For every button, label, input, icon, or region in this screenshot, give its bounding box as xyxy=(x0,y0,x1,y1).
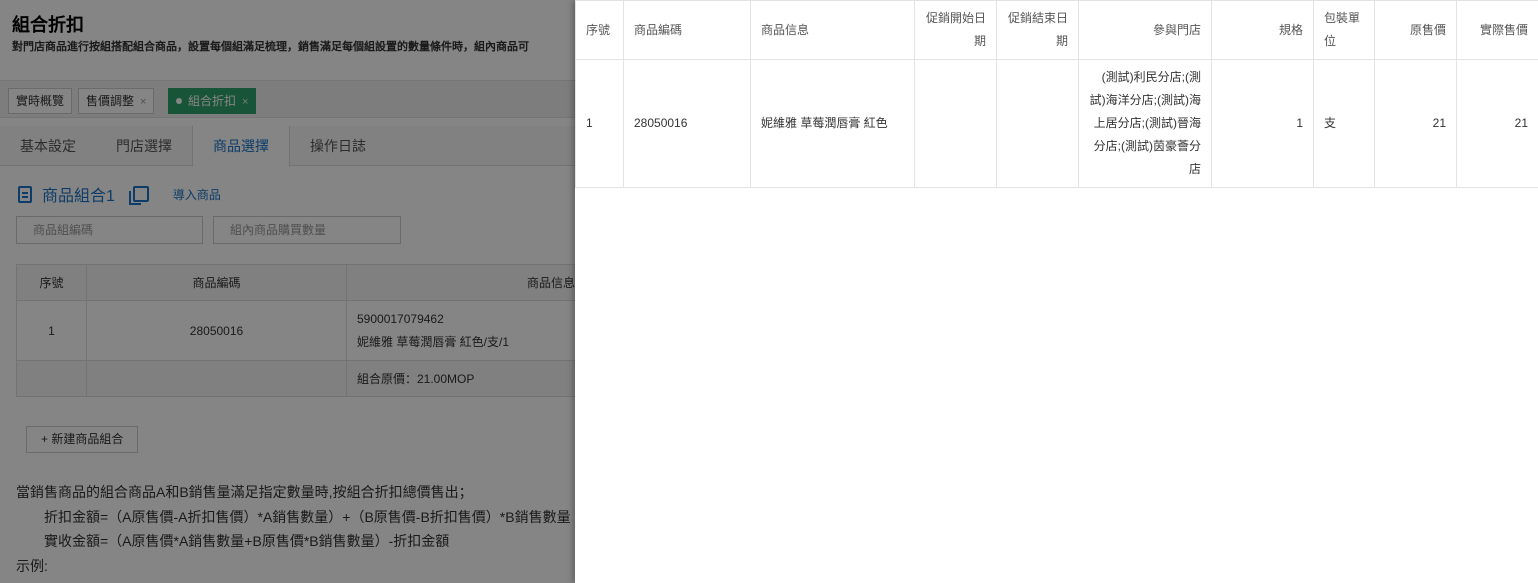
column-header: 規格 xyxy=(1211,0,1314,60)
column-header: 商品編碼 xyxy=(623,0,751,60)
column-header: 原售價 xyxy=(1374,0,1457,60)
column-header: 包裝單位 xyxy=(1313,0,1375,60)
cell-info: 妮維雅 草莓潤唇膏 紅色 xyxy=(750,59,915,188)
table-row: 1 28050016 妮維雅 草莓潤唇膏 紅色 (測試)利民分店;(測試)海洋分… xyxy=(575,59,1538,188)
cell-stores: (測試)利民分店;(測試)海洋分店;(測試)海上居分店;(測試)晉海分店;(測試… xyxy=(1078,59,1212,188)
cell-original-price: 21 xyxy=(1374,59,1457,188)
column-header: 序號 xyxy=(575,0,624,60)
cell-unit: 支 xyxy=(1313,59,1375,188)
cell-actual-price: 21 xyxy=(1456,59,1538,188)
cell-code: 28050016 xyxy=(623,59,751,188)
column-header: 促銷開始日期 xyxy=(914,0,997,60)
column-header: 促銷結束日期 xyxy=(996,0,1079,60)
drawer-table: 序號 商品編碼 商品信息 促銷開始日期 促銷結束日期 參與門店 規格 包裝單位 … xyxy=(575,0,1538,188)
column-header: 商品信息 xyxy=(750,0,915,60)
column-header: 實際售價 xyxy=(1456,0,1538,60)
drawer-header-row: 序號 商品編碼 商品信息 促銷開始日期 促銷結束日期 參與門店 規格 包裝單位 … xyxy=(575,0,1538,60)
cell-end-date xyxy=(996,59,1079,188)
column-header: 參與門店 xyxy=(1078,0,1212,60)
cell-spec: 1 xyxy=(1211,59,1314,188)
cell-start-date xyxy=(914,59,997,188)
product-detail-drawer: 序號 商品編碼 商品信息 促銷開始日期 促銷結束日期 參與門店 規格 包裝單位 … xyxy=(575,0,1538,583)
cell-index: 1 xyxy=(575,59,624,188)
